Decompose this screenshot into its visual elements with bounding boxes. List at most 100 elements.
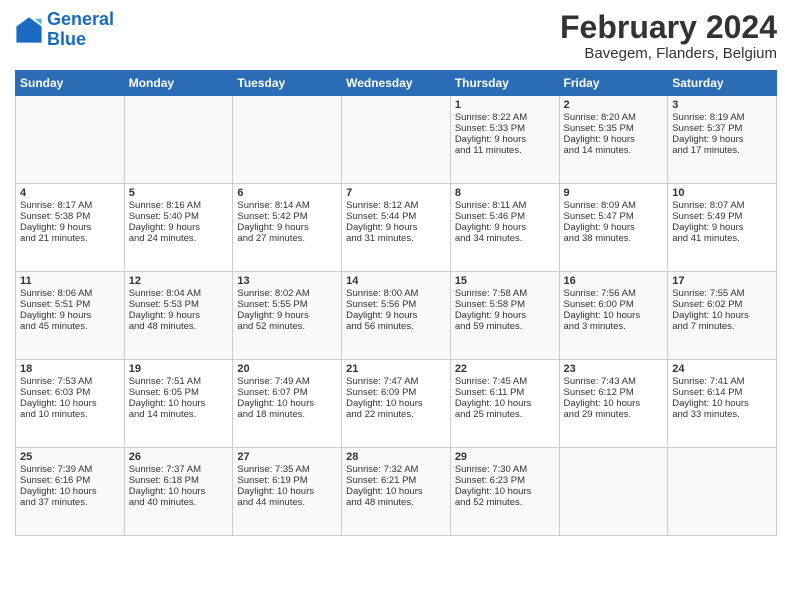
day-info: Daylight: 9 hours [237, 222, 337, 233]
day-info: Sunset: 6:12 PM [564, 387, 664, 398]
day-info: and 33 minutes. [672, 409, 772, 420]
day-cell: 3Sunrise: 8:19 AMSunset: 5:37 PMDaylight… [668, 96, 777, 184]
day-number: 18 [20, 363, 120, 375]
day-info: Daylight: 9 hours [672, 222, 772, 233]
day-cell: 19Sunrise: 7:51 AMSunset: 6:05 PMDayligh… [124, 360, 233, 448]
week-row-2: 4Sunrise: 8:17 AMSunset: 5:38 PMDaylight… [16, 184, 777, 272]
day-info: Sunrise: 8:22 AM [455, 112, 555, 123]
day-info: Daylight: 9 hours [564, 222, 664, 233]
day-info: Sunset: 5:53 PM [129, 299, 229, 310]
day-number: 9 [564, 187, 664, 199]
day-info: Sunrise: 7:49 AM [237, 376, 337, 387]
day-info: Sunrise: 7:56 AM [564, 288, 664, 299]
day-info: and 44 minutes. [237, 497, 337, 508]
day-number: 15 [455, 275, 555, 287]
day-info: Sunset: 6:19 PM [237, 475, 337, 486]
location: Bavegem, Flanders, Belgium [560, 45, 777, 62]
day-info: and 34 minutes. [455, 233, 555, 244]
day-info: Daylight: 9 hours [346, 222, 446, 233]
day-info: Sunrise: 7:30 AM [455, 464, 555, 475]
day-info: Sunrise: 7:37 AM [129, 464, 229, 475]
day-number: 27 [237, 451, 337, 463]
header-row: SundayMondayTuesdayWednesdayThursdayFrid… [16, 71, 777, 96]
day-info: Sunrise: 7:45 AM [455, 376, 555, 387]
week-row-4: 18Sunrise: 7:53 AMSunset: 6:03 PMDayligh… [16, 360, 777, 448]
day-info: and 52 minutes. [237, 321, 337, 332]
day-info: Sunset: 6:05 PM [129, 387, 229, 398]
day-info: and 14 minutes. [564, 145, 664, 156]
day-info: Sunrise: 8:04 AM [129, 288, 229, 299]
day-info: and 48 minutes. [346, 497, 446, 508]
day-info: and 59 minutes. [455, 321, 555, 332]
day-info: Sunset: 5:35 PM [564, 123, 664, 134]
day-info: and 27 minutes. [237, 233, 337, 244]
day-info: and 38 minutes. [564, 233, 664, 244]
day-number: 22 [455, 363, 555, 375]
day-number: 5 [129, 187, 229, 199]
day-info: and 7 minutes. [672, 321, 772, 332]
day-info: and 10 minutes. [20, 409, 120, 420]
day-info: Sunrise: 7:32 AM [346, 464, 446, 475]
day-info: Sunset: 5:56 PM [346, 299, 446, 310]
day-info: and 29 minutes. [564, 409, 664, 420]
day-info: Sunrise: 7:39 AM [20, 464, 120, 475]
day-cell: 14Sunrise: 8:00 AMSunset: 5:56 PMDayligh… [342, 272, 451, 360]
day-info: Sunrise: 7:58 AM [455, 288, 555, 299]
day-number: 13 [237, 275, 337, 287]
day-info: Sunrise: 8:02 AM [237, 288, 337, 299]
day-info: Sunrise: 8:16 AM [129, 200, 229, 211]
day-info: Sunrise: 8:06 AM [20, 288, 120, 299]
day-info: Sunrise: 8:09 AM [564, 200, 664, 211]
day-cell: 1Sunrise: 8:22 AMSunset: 5:33 PMDaylight… [450, 96, 559, 184]
day-info: Sunrise: 7:55 AM [672, 288, 772, 299]
day-info: Sunrise: 8:11 AM [455, 200, 555, 211]
day-number: 28 [346, 451, 446, 463]
calendar-table: SundayMondayTuesdayWednesdayThursdayFrid… [15, 70, 777, 536]
day-info: and 41 minutes. [672, 233, 772, 244]
day-info: Daylight: 10 hours [20, 486, 120, 497]
logo-icon [15, 16, 43, 44]
day-info: Daylight: 10 hours [20, 398, 120, 409]
day-cell [668, 448, 777, 536]
day-info: Sunset: 5:42 PM [237, 211, 337, 222]
day-number: 26 [129, 451, 229, 463]
day-number: 17 [672, 275, 772, 287]
day-info: Sunset: 5:46 PM [455, 211, 555, 222]
day-info: Sunset: 5:58 PM [455, 299, 555, 310]
day-info: Daylight: 9 hours [20, 222, 120, 233]
day-info: Sunrise: 8:07 AM [672, 200, 772, 211]
day-info: Sunset: 6:03 PM [20, 387, 120, 398]
day-number: 4 [20, 187, 120, 199]
day-info: Sunrise: 8:17 AM [20, 200, 120, 211]
day-cell: 8Sunrise: 8:11 AMSunset: 5:46 PMDaylight… [450, 184, 559, 272]
day-cell [342, 96, 451, 184]
col-header-thursday: Thursday [450, 71, 559, 96]
day-cell: 22Sunrise: 7:45 AMSunset: 6:11 PMDayligh… [450, 360, 559, 448]
day-info: and 48 minutes. [129, 321, 229, 332]
col-header-saturday: Saturday [668, 71, 777, 96]
day-cell: 18Sunrise: 7:53 AMSunset: 6:03 PMDayligh… [16, 360, 125, 448]
logo-text: General Blue [47, 10, 114, 50]
week-row-3: 11Sunrise: 8:06 AMSunset: 5:51 PMDayligh… [16, 272, 777, 360]
day-cell: 7Sunrise: 8:12 AMSunset: 5:44 PMDaylight… [342, 184, 451, 272]
day-number: 19 [129, 363, 229, 375]
day-info: and 21 minutes. [20, 233, 120, 244]
day-cell: 23Sunrise: 7:43 AMSunset: 6:12 PMDayligh… [559, 360, 668, 448]
day-info: Daylight: 9 hours [237, 310, 337, 321]
day-info: Sunset: 6:16 PM [20, 475, 120, 486]
day-info: Sunset: 6:11 PM [455, 387, 555, 398]
day-cell: 15Sunrise: 7:58 AMSunset: 5:58 PMDayligh… [450, 272, 559, 360]
week-row-5: 25Sunrise: 7:39 AMSunset: 6:16 PMDayligh… [16, 448, 777, 536]
month-title: February 2024 [560, 10, 777, 45]
day-info: Sunset: 5:40 PM [129, 211, 229, 222]
header: General Blue February 2024 Bavegem, Flan… [15, 10, 777, 62]
day-cell: 11Sunrise: 8:06 AMSunset: 5:51 PMDayligh… [16, 272, 125, 360]
week-row-1: 1Sunrise: 8:22 AMSunset: 5:33 PMDaylight… [16, 96, 777, 184]
day-cell [16, 96, 125, 184]
day-info: Daylight: 10 hours [346, 486, 446, 497]
day-cell: 25Sunrise: 7:39 AMSunset: 6:16 PMDayligh… [16, 448, 125, 536]
day-number: 12 [129, 275, 229, 287]
day-info: Sunrise: 7:41 AM [672, 376, 772, 387]
day-info: Sunset: 6:18 PM [129, 475, 229, 486]
day-info: Sunset: 6:02 PM [672, 299, 772, 310]
